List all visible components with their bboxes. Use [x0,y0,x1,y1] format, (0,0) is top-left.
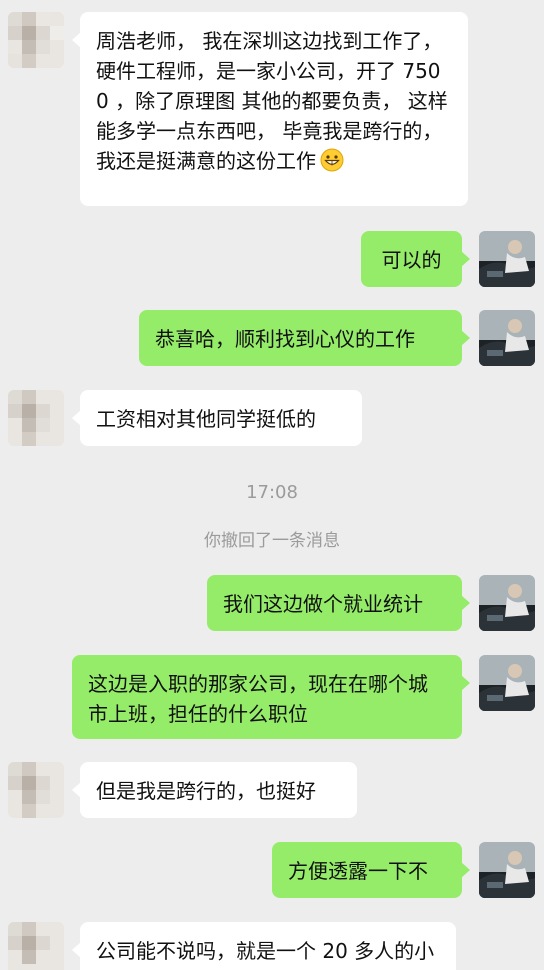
contact-avatar[interactable] [8,762,64,818]
chat-timestamp: 17:08 [246,482,298,503]
message-row-incoming: 公司能不说吗，就是一个 20 多人的小公司 [0,922,544,970]
message-bubble[interactable]: 但是我是跨行的，也挺好 [72,762,357,818]
contact-avatar[interactable] [8,390,64,446]
message-bubble[interactable]: 这边是入职的那家公司，现在在哪个城市上班，担任的什么职位 [72,655,470,739]
message-text: 公司能不说吗，就是一个 20 多人的小公司 [96,939,435,970]
recall-notice: 你撤回了一条消息 [204,531,340,551]
message-bubble[interactable]: 周浩老师， 我在深圳这边找到工作了， 硬件工程师，是一家小公司，开了 7500 … [72,12,468,206]
user-avatar[interactable] [479,842,535,898]
message-bubble[interactable]: 恭喜哈，顺利找到心仪的工作 [139,310,470,366]
message-bubble[interactable]: 可以的 [361,231,470,287]
message-bubble[interactable]: 方便透露一下不 [272,842,470,898]
user-avatar[interactable] [479,310,535,366]
user-avatar[interactable] [479,655,535,711]
message-bubble[interactable]: 工资相对其他同学挺低的 [72,390,362,446]
grinning-face-emoji-icon [320,148,344,172]
message-text: 但是我是跨行的，也挺好 [96,779,316,803]
chat-conversation[interactable]: 周浩老师， 我在深圳这边找到工作了， 硬件工程师，是一家小公司，开了 7500 … [0,0,544,970]
user-avatar[interactable] [479,575,535,631]
message-text: 这边是入职的那家公司，现在在哪个城市上班，担任的什么职位 [88,672,428,726]
message-text: 我们这边做个就业统计 [223,592,423,616]
message-bubble[interactable]: 公司能不说吗，就是一个 20 多人的小公司 [72,922,456,970]
message-text: 可以的 [381,248,442,272]
message-text: 方便透露一下不 [288,859,428,883]
user-avatar[interactable] [479,231,535,287]
contact-avatar[interactable] [8,12,64,68]
message-text: 恭喜哈，顺利找到心仪的工作 [155,327,415,351]
contact-avatar[interactable] [8,922,64,970]
message-text: 周浩老师， 我在深圳这边找到工作了， 硬件工程师，是一家小公司，开了 7500 … [96,29,448,173]
message-text: 工资相对其他同学挺低的 [96,407,316,431]
message-bubble[interactable]: 我们这边做个就业统计 [207,575,470,631]
